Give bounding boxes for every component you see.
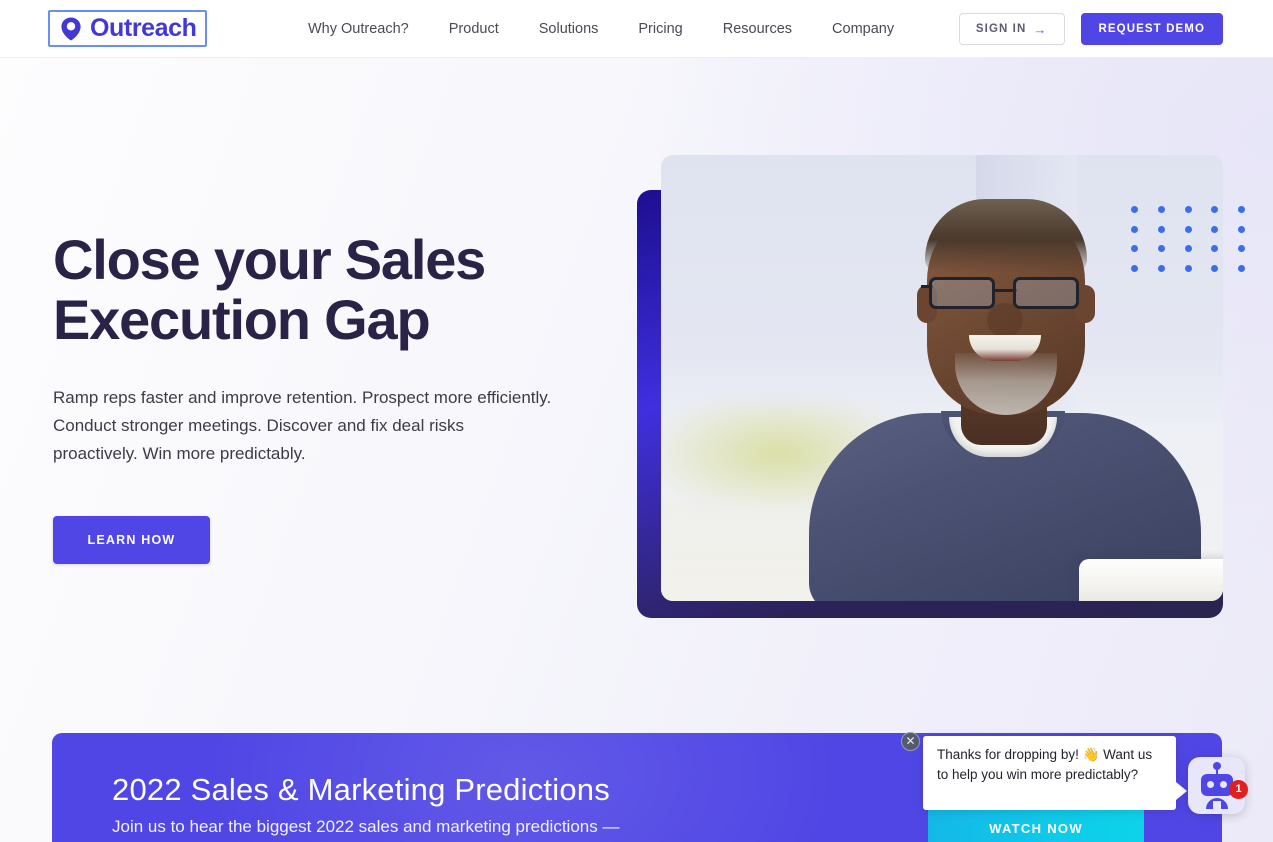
chat-message-bubble[interactable]: Thanks for dropping by! 👋 Want us to hel… xyxy=(923,736,1176,810)
arrow-right-icon: → xyxy=(1033,21,1048,37)
dot xyxy=(1211,225,1219,233)
request-demo-button[interactable]: REQUEST DEMO xyxy=(1080,13,1223,45)
robot-eye-right xyxy=(1220,781,1227,788)
robot-eye-left xyxy=(1207,781,1214,788)
hero-title: Close your Sales Execution Gap xyxy=(53,230,613,350)
primary-navigation: Why Outreach? Product Solutions Pricing … xyxy=(288,0,914,58)
dot xyxy=(1211,206,1219,213)
person-glasses xyxy=(921,277,1093,311)
logo-link[interactable]: Outreach xyxy=(48,10,207,47)
dot xyxy=(1157,225,1165,233)
photo-laptop xyxy=(1079,559,1223,601)
location-pin-icon xyxy=(61,17,81,40)
dot xyxy=(1157,245,1165,252)
dot xyxy=(1238,264,1246,272)
chat-close-icon[interactable]: ✕ xyxy=(901,732,920,751)
hero-content: Close your Sales Execution Gap Ramp reps… xyxy=(53,230,613,564)
learn-how-button[interactable]: LEARN HOW xyxy=(53,516,210,564)
nav-item-company[interactable]: Company xyxy=(812,0,914,58)
chat-unread-badge: 1 xyxy=(1229,780,1248,799)
dot xyxy=(1184,264,1192,272)
dot xyxy=(1131,225,1138,233)
dot xyxy=(1184,245,1192,252)
chat-message-text: Thanks for dropping by! 👋 Want us to hel… xyxy=(937,747,1153,782)
sign-in-button[interactable]: SIGN IN → xyxy=(958,13,1065,45)
decorative-dot-grid xyxy=(1131,206,1265,284)
nav-item-solutions[interactable]: Solutions xyxy=(519,0,619,58)
site-header: Outreach Why Outreach? Product Solutions… xyxy=(0,0,1273,58)
dot xyxy=(1211,245,1219,252)
sign-in-label: SIGN IN xyxy=(975,23,1027,35)
robot-antenna xyxy=(1216,765,1218,774)
hero-title-line-1: Close your Sales xyxy=(53,228,486,291)
person-hair xyxy=(925,199,1087,273)
dot xyxy=(1184,225,1192,233)
banner-title: 2022 Sales & Marketing Predictions xyxy=(112,772,610,807)
header-actions: SIGN IN → REQUEST DEMO xyxy=(958,13,1223,45)
dot xyxy=(1211,264,1219,272)
logo-text: Outreach xyxy=(90,14,197,42)
nav-item-why-outreach[interactable]: Why Outreach? xyxy=(288,0,429,58)
hero-title-line-2: Execution Gap xyxy=(53,288,431,351)
dot xyxy=(1131,206,1138,213)
dot xyxy=(1238,225,1246,233)
nav-item-resources[interactable]: Resources xyxy=(703,0,812,58)
watch-now-button[interactable]: WATCH NOW xyxy=(928,805,1144,842)
hero-subtitle: Ramp reps faster and improve retention. … xyxy=(53,388,552,463)
nav-item-product[interactable]: Product xyxy=(429,0,519,58)
dot xyxy=(1131,245,1138,252)
robot-head xyxy=(1201,774,1233,796)
glasses-lens-left xyxy=(929,277,995,309)
banner-subtitle: Join us to hear the biggest 2022 sales a… xyxy=(112,817,620,836)
chat-bubble-tail xyxy=(1176,782,1187,800)
dot xyxy=(1131,264,1138,272)
dot xyxy=(1184,206,1192,213)
nav-item-pricing[interactable]: Pricing xyxy=(618,0,702,58)
dot xyxy=(1238,245,1246,252)
dot xyxy=(1157,264,1165,272)
robot-body-notch xyxy=(1213,801,1221,811)
dot xyxy=(1157,206,1165,213)
glasses-lens-right xyxy=(1013,277,1079,309)
dot xyxy=(1238,206,1246,213)
